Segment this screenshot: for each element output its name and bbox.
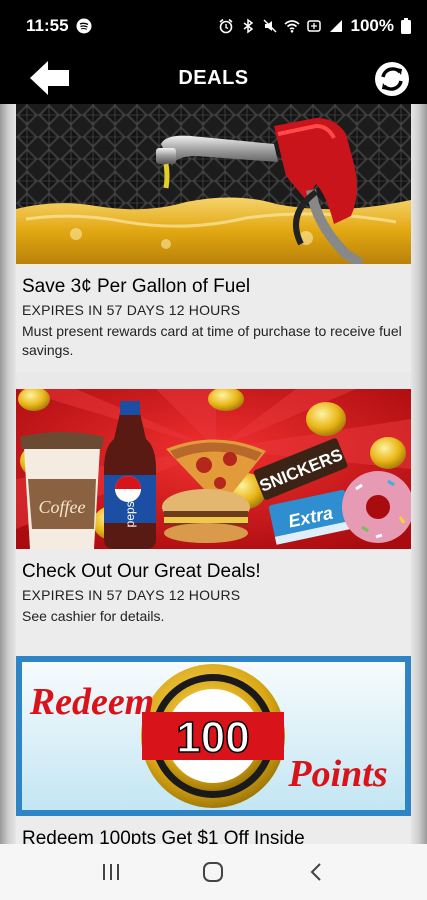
- status-time: 11:55: [26, 16, 69, 35]
- status-left: 11:55: [26, 16, 92, 36]
- deal-text-redeem-points: Redeem 100pts Get $1 Off Inside: [16, 816, 411, 844]
- home-button[interactable]: [193, 852, 233, 892]
- battery-percent: 100%: [350, 16, 394, 35]
- recent-apps-icon: [103, 864, 120, 880]
- points-number: 100: [176, 713, 249, 762]
- back-button[interactable]: [296, 852, 336, 892]
- fuel-deal-image: [16, 104, 411, 264]
- redeem-label: Redeem: [29, 681, 155, 723]
- deal-title: Check Out Our Great Deals!: [22, 561, 261, 582]
- app-header: DEALS: [0, 52, 427, 104]
- battery-icon: [401, 18, 411, 34]
- back-arrow-icon[interactable]: [28, 58, 72, 98]
- bluetooth-icon: [243, 18, 253, 34]
- spotify-icon: [76, 18, 92, 34]
- deal-card-great-deals[interactable]: Coffee pepsi SNICKERS Extra Check Out Ou…: [16, 389, 411, 657]
- deal-card-redeem-points[interactable]: 100 Redeem Points Redeem 100pts Get $1 O…: [16, 656, 411, 844]
- page-title: DEALS: [178, 66, 249, 89]
- great-deals-image: Coffee pepsi SNICKERS Extra: [16, 389, 411, 549]
- signal-icon: [329, 20, 342, 32]
- deal-title: Redeem 100pts Get $1 Off Inside: [22, 828, 305, 844]
- deal-title: Save 3¢ Per Gallon of Fuel: [22, 276, 251, 297]
- deal-expiry: EXPIRES IN 57 DAYS 12 HOURS: [22, 302, 241, 318]
- recent-apps-button[interactable]: [91, 852, 131, 892]
- status-right: 100%: [218, 16, 411, 36]
- deal-description: See cashier for details.: [22, 608, 165, 624]
- coffee-label: Coffee: [39, 497, 86, 517]
- status-icons: [218, 18, 344, 34]
- home-icon: [203, 862, 224, 882]
- system-nav-bar: [0, 844, 427, 900]
- data-saver-icon: [306, 20, 321, 32]
- status-bar: 11:55 100%: [0, 0, 427, 52]
- deal-description: Must present rewards card at time of pur…: [22, 323, 402, 358]
- deal-expiry: EXPIRES IN 57 DAYS 12 HOURS: [22, 587, 241, 603]
- refresh-icon[interactable]: [371, 58, 413, 100]
- wifi-icon: [283, 20, 300, 33]
- points-label: Points: [287, 753, 387, 795]
- pepsi-label: pepsi: [123, 499, 137, 528]
- deal-card-fuel[interactable]: Save 3¢ Per Gallon of Fuel EXPIRES IN 57…: [16, 104, 411, 372]
- alarm-icon: [219, 18, 233, 34]
- redeem-points-image: 100 Redeem Points: [16, 656, 411, 816]
- deal-text-great-deals: Check Out Our Great Deals! EXPIRES IN 57…: [16, 549, 411, 626]
- deals-list[interactable]: Save 3¢ Per Gallon of Fuel EXPIRES IN 57…: [0, 104, 427, 844]
- mute-icon: [262, 19, 277, 33]
- deal-text-fuel: Save 3¢ Per Gallon of Fuel EXPIRES IN 57…: [16, 264, 411, 360]
- nav-back-icon: [310, 863, 321, 881]
